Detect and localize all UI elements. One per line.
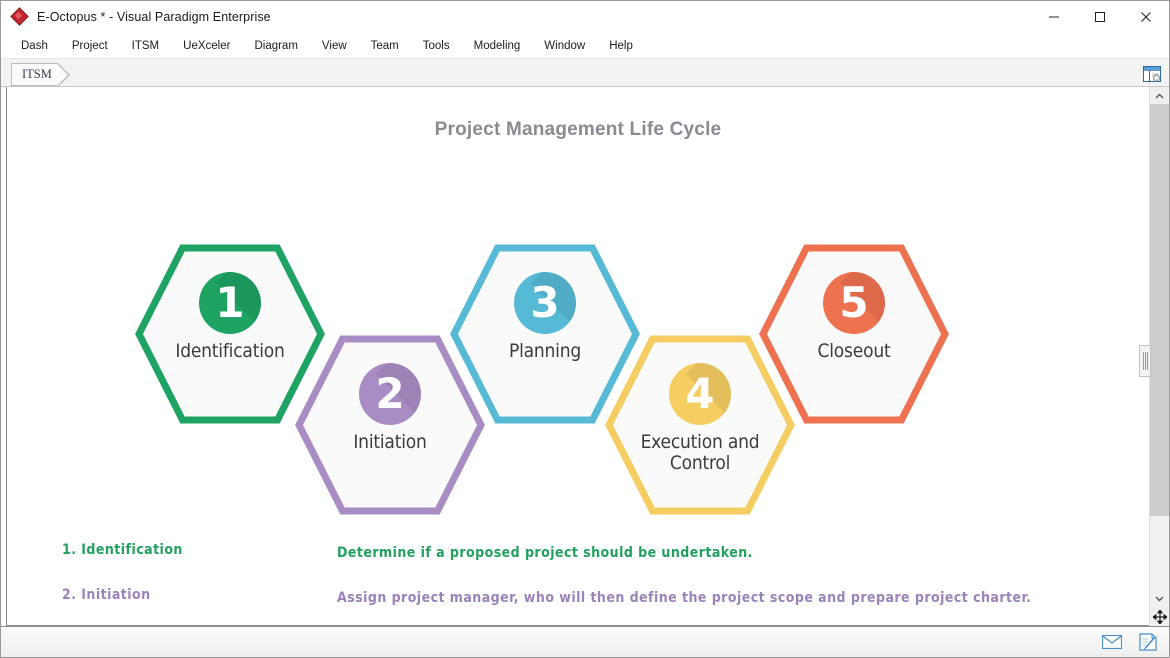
main-area: Project Management Life Cycle 1 Identifi… [1, 87, 1169, 626]
step-label-1: Identification [141, 341, 319, 362]
tab-itsm[interactable]: ITSM [11, 63, 58, 86]
pan-move-icon[interactable] [1150, 607, 1169, 626]
scrollbar-thumb[interactable] [1150, 104, 1169, 516]
menu-item-uexceler[interactable]: UeXceler [171, 37, 242, 55]
step-label-5: Closeout [765, 341, 943, 362]
application-window: E-Octopus * - Visual Paradigm Enterprise… [0, 0, 1170, 658]
panel-layout-gear-icon[interactable] [1141, 64, 1163, 84]
mail-envelope-icon[interactable] [1101, 632, 1123, 652]
menu-bar: Dash Project ITSM UeXceler Diagram View … [1, 33, 1169, 59]
scroll-up-button[interactable] [1150, 87, 1169, 104]
step-number-2: 2 [375, 373, 404, 415]
description-text-2: Assign project manager, who will then de… [337, 587, 1031, 609]
step-number-badge-2: 2 [359, 363, 421, 425]
status-bar [1, 626, 1169, 657]
menu-item-modeling[interactable]: Modeling [462, 37, 533, 55]
scroll-down-button[interactable] [1150, 590, 1169, 607]
vp-diamond-logo-icon [12, 9, 28, 25]
menu-item-tools[interactable]: Tools [411, 37, 462, 55]
menu-item-diagram[interactable]: Diagram [242, 37, 309, 55]
hexagon-shape-5 [759, 244, 949, 424]
menu-item-view[interactable]: View [310, 37, 359, 55]
description-term-1: 1. Identification [62, 542, 337, 564]
diagram-title: Project Management Life Cycle [7, 119, 1149, 141]
step-number-5: 5 [839, 282, 868, 324]
tab-strip: ITSM [1, 59, 1169, 87]
step-description-list: 1. Identification Determine if a propose… [62, 542, 1109, 626]
menu-item-team[interactable]: Team [359, 37, 411, 55]
note-edit-icon[interactable] [1137, 632, 1159, 652]
menu-item-itsm[interactable]: ITSM [120, 37, 171, 55]
minimize-icon[interactable] [1031, 1, 1077, 32]
step-number-1: 1 [215, 282, 244, 324]
scrollbar-track[interactable] [1150, 104, 1169, 590]
window-title: E-Octopus * - Visual Paradigm Enterprise [37, 10, 271, 24]
window-controls [1031, 1, 1169, 32]
step-number-3: 3 [530, 282, 559, 324]
description-term-2: 2. Initiation [62, 587, 337, 609]
menu-item-help[interactable]: Help [597, 37, 645, 55]
diagram-canvas[interactable]: Project Management Life Cycle 1 Identifi… [7, 87, 1149, 625]
diagram-canvas-container: Project Management Life Cycle 1 Identifi… [6, 87, 1149, 626]
process-step-closeout[interactable]: 5 Closeout [759, 244, 949, 424]
step-number-badge-5: 5 [823, 272, 885, 334]
list-item: 1. Identification Determine if a propose… [62, 542, 1109, 564]
step-number-badge-3: 3 [514, 272, 576, 334]
description-text-1: Determine if a proposed project should b… [337, 542, 753, 564]
menu-item-dash[interactable]: Dash [9, 37, 60, 55]
step-number-badge-4: 4 [669, 363, 731, 425]
tab-itsm-label: ITSM [22, 67, 52, 82]
maximize-icon[interactable] [1077, 1, 1123, 32]
menu-item-window[interactable]: Window [532, 37, 597, 55]
title-bar: E-Octopus * - Visual Paradigm Enterprise [1, 1, 1169, 33]
vertical-scrollbar[interactable] [1149, 87, 1169, 626]
list-item: 2. Initiation Assign project manager, wh… [62, 587, 1109, 609]
menu-item-project[interactable]: Project [60, 37, 120, 55]
step-number-4: 4 [685, 373, 714, 415]
step-label-4: Execution and Control [611, 432, 789, 473]
splitter-grip-icon[interactable] [1139, 345, 1151, 377]
step-number-badge-1: 1 [199, 272, 261, 334]
step-label-2: Initiation [301, 432, 479, 453]
close-icon[interactable] [1123, 1, 1169, 32]
